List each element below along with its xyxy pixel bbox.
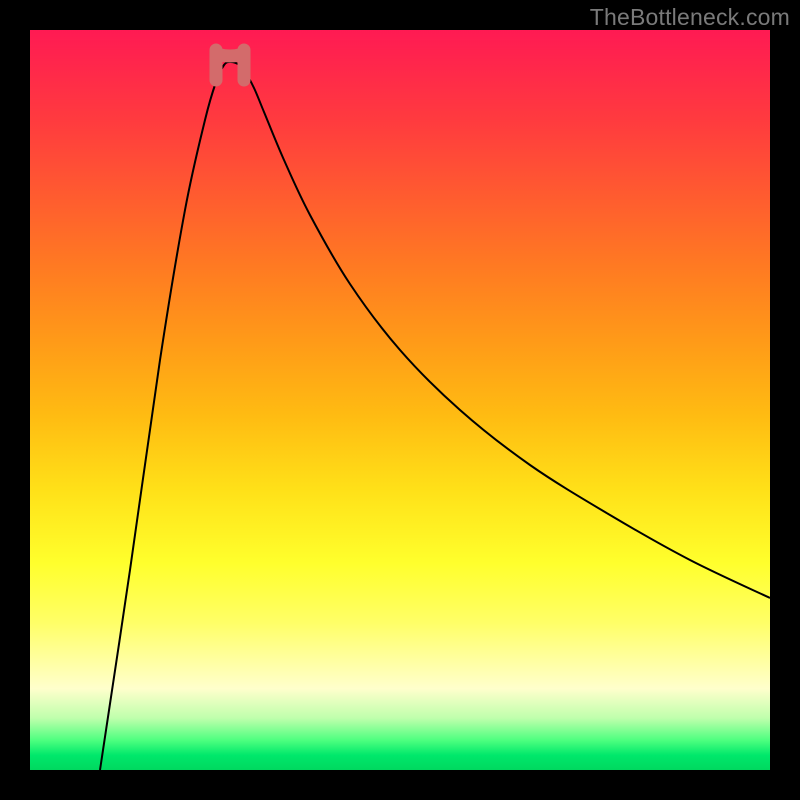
bottleneck-curve-svg <box>30 30 770 770</box>
plot-area <box>30 30 770 770</box>
minimum-marker <box>216 50 244 80</box>
chart-frame: TheBottleneck.com <box>0 0 800 800</box>
watermark-text: TheBottleneck.com <box>590 4 790 31</box>
bottleneck-curve-path <box>100 62 770 770</box>
